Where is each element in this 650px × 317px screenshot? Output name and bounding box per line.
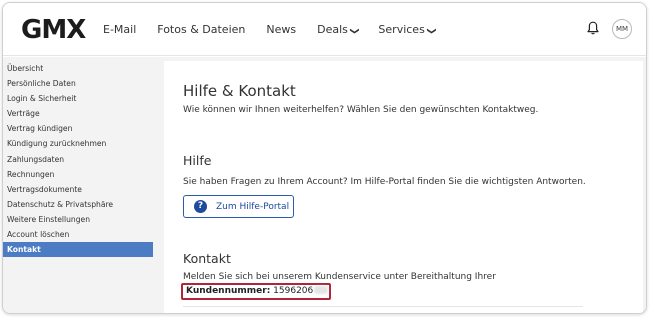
contact-heading: Kontakt [183,251,231,266]
divider [183,306,583,307]
content-panel: Hilfe & Kontakt Wie können wir Ihnen wei… [164,61,643,313]
nav-email[interactable]: E-Mail [103,23,136,36]
sidebar-item-datenschutz-privatsphäre[interactable]: Datenschutz & Privatsphäre [3,197,159,212]
sidebar-item-verträge[interactable]: Verträge [3,106,159,121]
chevron-down-icon: ❯ [425,27,436,35]
sidebar-item-vertrag-kündigen[interactable]: Vertrag kündigen [3,121,159,136]
sidebar-item-vertragsdokumente[interactable]: Vertragsdokumente [3,182,159,197]
sidebar-item-login-sicherheit[interactable]: Login & Sicherheit [3,91,159,106]
nav-news[interactable]: News [266,23,296,36]
sidebar-item-übersicht[interactable]: Übersicht [3,61,159,76]
window-frame: GMX E-Mail Fotos & Dateien News Deals❯ S… [2,2,647,314]
page-intro: Wie können wir Ihnen weiterhelfen? Wähle… [183,105,539,115]
nav-deals[interactable]: Deals❯ [317,23,359,36]
nav-fotos-label: Fotos & Dateien [157,23,246,36]
question-mark-icon: ? [194,200,207,213]
nav-deals-label: Deals [317,23,348,36]
sidebar-item-zahlungsdaten[interactable]: Zahlungsdaten [3,152,159,167]
help-portal-button-label: Zum Hilfe-Portal [216,201,290,212]
nav-email-label: E-Mail [103,23,137,36]
sidebar-item-persönliche-daten[interactable]: Persönliche Daten [3,76,159,91]
nav-fotos-dateien[interactable]: Fotos & Dateien [157,23,245,36]
nav-services[interactable]: Services❯ [378,23,436,36]
redacted-digits [314,286,329,294]
customer-number-box: Kundennummer: 1596206 [181,283,331,300]
sidebar: Übersicht Persönliche Daten Login & Sicher… [3,57,159,313]
sidebar-item-account-löschen[interactable]: Account löschen [3,227,159,242]
sidebar-list: Übersicht Persönliche Daten Login & Sicher… [3,57,159,258]
sidebar-item-kündigung-zurücknehmen[interactable]: Kündigung zurücknehmen [3,136,159,151]
main-nav: E-Mail Fotos & Dateien News Deals❯ Servi… [103,23,455,36]
customer-number-value: 1596206 [273,286,314,296]
help-text: Sie haben Fragen zu Ihrem Account? Im Hi… [183,177,586,187]
contact-text: Melden Sie sich bei unserem Kundenservic… [183,272,496,282]
top-header: GMX E-Mail Fotos & Dateien News Deals❯ S… [3,3,646,56]
gmx-logo[interactable]: GMX [21,15,86,45]
nav-news-label: News [266,23,297,36]
sidebar-item-rechnungen[interactable]: Rechnungen [3,167,159,182]
help-heading: Hilfe [183,153,212,168]
help-portal-button[interactable]: ? Zum Hilfe-Portal [183,195,294,218]
sidebar-item-kontakt[interactable]: Kontakt [3,242,153,258]
customer-number-label: Kundennummer: [186,286,271,296]
avatar[interactable]: MM [612,19,632,39]
nav-services-label: Services [378,23,425,36]
main-area: Hilfe & Kontakt Wie können wir Ihnen wei… [159,57,646,313]
sidebar-item-weitere-einstellungen[interactable]: Weitere Einstellungen [3,212,159,227]
bell-icon[interactable] [587,21,599,35]
chevron-down-icon: ❯ [348,27,359,35]
page-title: Hilfe & Kontakt [183,82,296,100]
